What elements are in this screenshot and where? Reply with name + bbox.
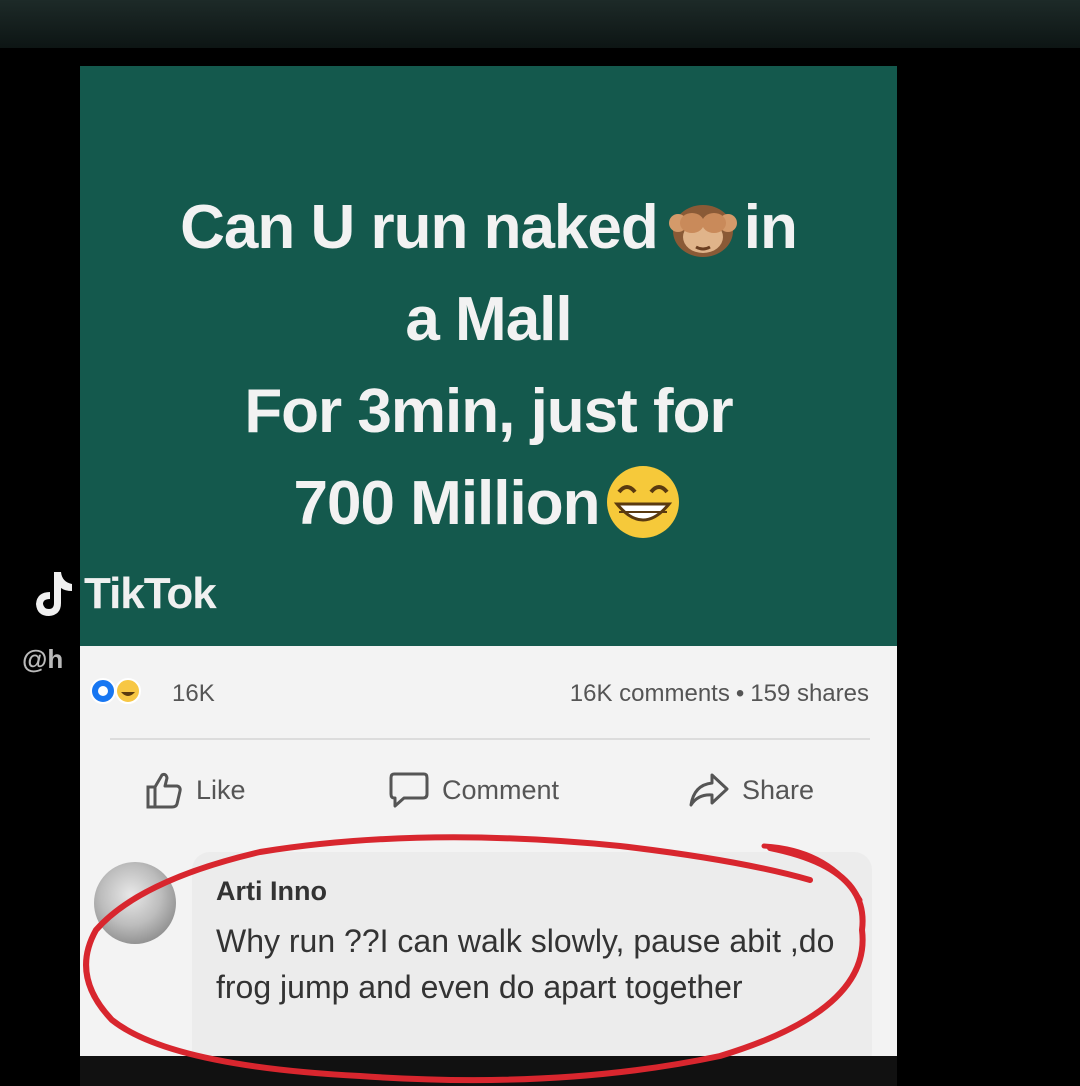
- hero-line-1-text: Can U run naked: [180, 193, 659, 262]
- reaction-count[interactable]: 16K: [172, 680, 215, 708]
- separator-dot: •: [735, 680, 745, 707]
- avatar[interactable]: [94, 862, 176, 944]
- hero-line-2: a Mall: [405, 285, 572, 354]
- post-image-text: Can U run naked in a Mall For 3min, just…: [80, 182, 897, 550]
- thumbs-up-icon: [146, 772, 182, 809]
- hero-line-1-end: in: [743, 193, 798, 262]
- comment-item: Arti Inno Why run ??I can walk slowly, p…: [80, 852, 897, 1070]
- tiktok-handle: @h: [22, 644, 64, 674]
- comment-author[interactable]: Arti Inno: [216, 876, 327, 907]
- tiktok-watermark: TikTok: [30, 564, 217, 624]
- top-strip: [0, 0, 1080, 48]
- share-label: Share: [742, 774, 815, 805]
- bottom-bar: [80, 1056, 897, 1086]
- comment-bubble: Arti Inno Why run ??I can walk slowly, p…: [192, 852, 872, 1070]
- action-bar: Like Comment Share: [80, 762, 897, 818]
- comment-text: Why run ??I can walk slowly, pause abit …: [216, 923, 835, 1005]
- reaction-icons[interactable]: [90, 678, 142, 704]
- comments-shares-count[interactable]: 16K comments • 159 shares: [570, 680, 869, 708]
- shares-count[interactable]: 159 shares: [750, 680, 869, 707]
- share-arrow-icon: [689, 773, 729, 807]
- tiktok-label: TikTok: [84, 569, 217, 618]
- grinning-face-icon: [607, 465, 680, 538]
- tiktok-logo-icon: [36, 572, 72, 616]
- like-button[interactable]: Like: [144, 762, 246, 818]
- hero-line-4-text: 700 Million: [293, 469, 601, 538]
- comment-bubble-icon: [389, 772, 429, 808]
- share-button[interactable]: Share: [688, 762, 814, 818]
- divider: [110, 738, 870, 740]
- see-no-evil-monkey-icon: [668, 204, 737, 257]
- post-image: Can U run naked in a Mall For 3min, just…: [80, 66, 897, 646]
- comment-label: Comment: [442, 774, 560, 805]
- hero-line-3: For 3min, just for: [244, 377, 733, 446]
- comments-count[interactable]: 16K comments: [570, 680, 730, 707]
- like-label: Like: [196, 774, 246, 805]
- reaction-stats-row: 16K 16K comments • 159 shares: [80, 668, 897, 712]
- haha-reaction-icon: [115, 678, 141, 704]
- hero-line-4: 700 Million: [80, 458, 897, 550]
- hero-line-1: Can U run naked in: [80, 182, 897, 274]
- comment-button[interactable]: Comment: [388, 762, 559, 818]
